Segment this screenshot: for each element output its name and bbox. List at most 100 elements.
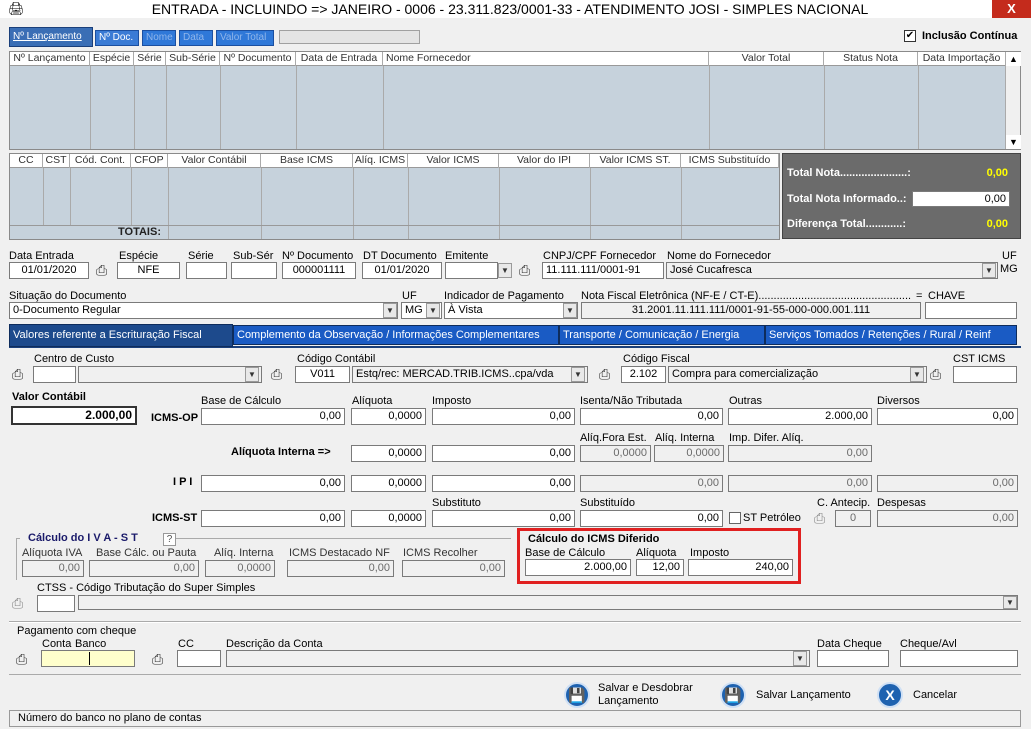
nome-dropdown[interactable]: ▼ (982, 263, 996, 278)
col-header[interactable]: CC (10, 154, 43, 168)
tab-transporte[interactable]: Transporte / Comunicação / Energia (559, 325, 765, 345)
printer-icon[interactable]: ⎙ (96, 263, 114, 278)
cnpj-field[interactable]: 11.111.111/0001-91 (542, 262, 664, 279)
centro-custo-desc[interactable] (78, 366, 262, 383)
st-petroleo-checkbox[interactable] (729, 512, 741, 524)
cst-icms-field[interactable] (953, 366, 1017, 383)
cancel-icon[interactable]: X (877, 682, 903, 708)
dtdoc-field[interactable]: 01/01/2020 (362, 262, 442, 279)
tab-valor-total[interactable]: Valor Total (216, 30, 274, 46)
imp-difer-field[interactable]: 0,00 (728, 445, 872, 462)
save-icon[interactable]: 💾 (720, 682, 746, 708)
col-header[interactable]: Sub-Série (166, 52, 220, 66)
col-header[interactable]: Alíq. ICMS (353, 154, 408, 168)
save-split-icon[interactable]: 💾 (564, 682, 590, 708)
tab-ndoc[interactable]: Nº Doc. (95, 30, 139, 46)
base-pauta-field[interactable]: 0,00 (89, 560, 199, 577)
col-header[interactable]: Valor ICMS ST. (590, 154, 681, 168)
aliq-iva-field[interactable]: 0,00 (22, 560, 84, 577)
chevron-down-icon[interactable]: ▼ (245, 367, 259, 382)
printer-icon[interactable]: ⎙ (519, 263, 537, 278)
icms-st-base[interactable]: 0,00 (201, 510, 345, 527)
printer-icon[interactable]: ⎙ (12, 367, 30, 382)
despesas-field[interactable]: 0,00 (877, 510, 1018, 527)
col-header[interactable]: Data Importação (918, 52, 1006, 66)
printer-icon[interactable]: ⎙ (814, 511, 832, 526)
help-icon[interactable]: ? (163, 533, 176, 546)
items-grid[interactable]: CC CST Cód. Cont. CFOP Valor Contábil Ba… (9, 153, 780, 240)
diferido-aliq-field[interactable]: 12,00 (636, 559, 684, 576)
tab-lancamento[interactable]: Nº Lançamento (9, 27, 93, 47)
ipi-base[interactable]: 0,00 (201, 475, 345, 492)
col-header[interactable]: Data de Entrada (296, 52, 383, 66)
save-split-button[interactable]: Salvar e Desdobrar Lançamento (598, 682, 708, 708)
icms-st-substituto[interactable]: 0,00 (432, 510, 575, 527)
ipi-aliq[interactable]: 0,0000 (351, 475, 426, 492)
ndoc-field[interactable]: 000001111 (282, 262, 356, 279)
aliq-fora-field[interactable]: 0,0000 (580, 445, 651, 462)
codigo-fiscal-desc[interactable]: Compra para comercialização (668, 366, 927, 383)
ctss-code-field[interactable] (37, 595, 75, 612)
close-button[interactable]: X (992, 0, 1031, 18)
chave-field[interactable] (925, 302, 1017, 319)
tab-servicos[interactable]: Serviços Tomados / Retenções / Rural / R… (765, 325, 1017, 345)
chevron-down-icon[interactable]: ▼ (793, 651, 807, 666)
c-antecip-field[interactable]: 0 (835, 510, 871, 527)
tab-escrituracao[interactable]: Valores referente a Escrituração Fiscal (9, 324, 233, 347)
codigo-fiscal-field[interactable]: 2.102 (621, 366, 666, 383)
diferido-imposto-field[interactable]: 240,00 (688, 559, 793, 576)
chevron-down-icon[interactable]: ▼ (426, 303, 440, 318)
codigo-contabil-desc[interactable]: Estq/rec: MERCAD.TRIB.ICMS..cpa/vda (352, 366, 588, 383)
col-header[interactable]: Nº Lançamento (10, 52, 90, 66)
printer-icon[interactable]: ⎙ (271, 367, 289, 382)
search-field[interactable] (279, 30, 420, 44)
ipi-diversos[interactable]: 0,00 (877, 475, 1018, 492)
icms-op-base[interactable]: 0,00 (201, 408, 345, 425)
scroll-down-icon[interactable]: ▼ (1006, 135, 1021, 149)
nfe-field[interactable]: 31.2001.11.111.111/0001-91-55-000-000.00… (581, 302, 921, 319)
col-header[interactable]: Série (134, 52, 166, 66)
printer-icon[interactable]: ⎙ (12, 596, 30, 611)
scroll-up-icon[interactable]: ▲ (1006, 52, 1021, 66)
col-header[interactable]: ICMS Substituído (681, 154, 779, 168)
total-informado-field[interactable]: 0,00 (912, 191, 1010, 207)
col-header[interactable]: CST (43, 154, 70, 168)
inclusao-checkbox[interactable]: ✔ (904, 30, 916, 42)
tab-complemento[interactable]: Complemento da Observação / Informações … (233, 325, 559, 345)
tab-data[interactable]: Data (179, 30, 213, 46)
printer-icon[interactable]: ⎙ (152, 652, 170, 667)
aliq-interna-aliq[interactable]: 0,0000 (351, 445, 426, 462)
grid-scrollbar[interactable]: ▲ ▼ (1005, 52, 1021, 149)
icms-op-aliq[interactable]: 0,0000 (351, 408, 426, 425)
chevron-down-icon[interactable]: ▼ (563, 303, 577, 318)
col-header[interactable]: CFOP (131, 154, 168, 168)
tab-nome[interactable]: Nome (142, 30, 176, 46)
chevron-down-icon[interactable]: ▼ (910, 367, 924, 382)
col-header[interactable]: Status Nota (824, 52, 918, 66)
col-header[interactable]: Nome Fornecedor (383, 52, 709, 66)
situacao-select[interactable]: 0-Documento Regular (9, 302, 398, 319)
icms-dest-field[interactable]: 0,00 (287, 560, 394, 577)
chevron-down-icon[interactable]: ▼ (383, 303, 397, 318)
icms-st-aliq[interactable]: 0,0000 (351, 510, 426, 527)
cc-field[interactable] (177, 650, 221, 667)
icms-op-isenta[interactable]: 0,00 (580, 408, 723, 425)
col-header[interactable]: Valor Contábil (168, 154, 261, 168)
chevron-down-icon[interactable]: ▼ (571, 367, 585, 382)
printer-icon[interactable]: ⎙ (16, 652, 34, 667)
especie-field[interactable]: NFE (117, 262, 180, 279)
col-header[interactable]: Valor ICMS (408, 154, 499, 168)
col-header[interactable]: Base ICMS (261, 154, 353, 168)
diferido-base-field[interactable]: 2.000,00 (525, 559, 631, 576)
col-header[interactable]: Cód. Cont. (70, 154, 131, 168)
aliq-interna-valor[interactable]: 0,00 (432, 445, 575, 462)
col-header[interactable]: Valor do IPI (499, 154, 590, 168)
col-header[interactable]: Valor Total (709, 52, 824, 66)
codigo-contabil-field[interactable]: V011 (295, 366, 350, 383)
icms-op-imposto[interactable]: 0,00 (432, 408, 575, 425)
printer-icon[interactable]: ⎙ (930, 367, 948, 382)
data-cheque-field[interactable] (817, 650, 889, 667)
serie-field[interactable] (186, 262, 227, 279)
subserie-field[interactable] (231, 262, 277, 279)
desc-conta-field[interactable] (226, 650, 810, 667)
